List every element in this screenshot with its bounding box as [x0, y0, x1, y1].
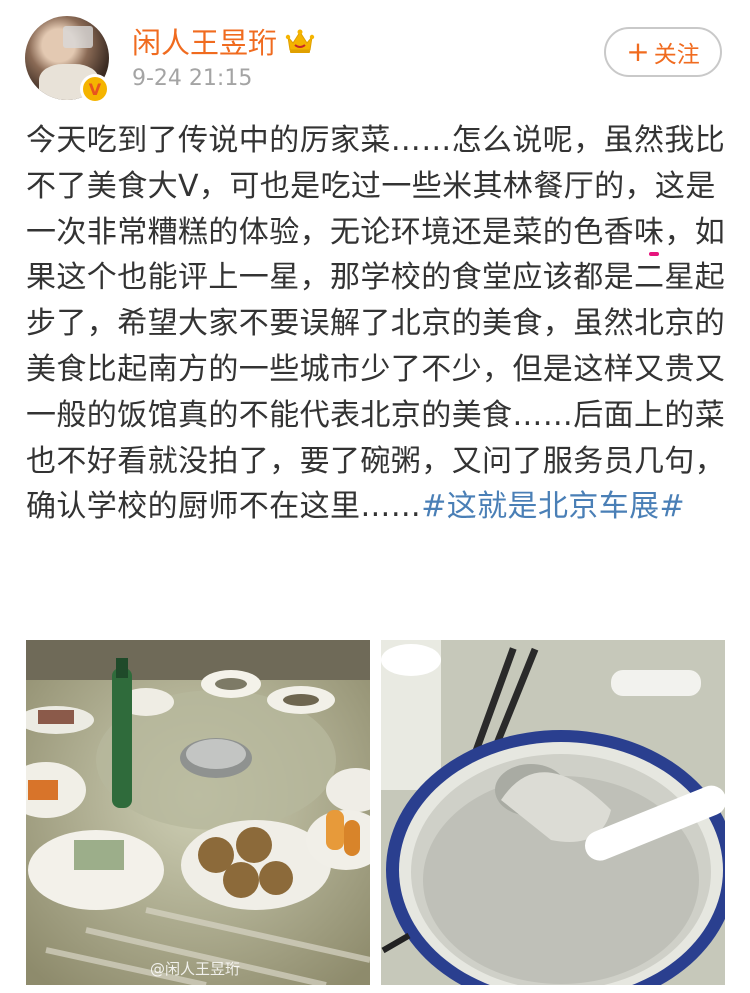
username-row: 闲人王昱珩 [132, 20, 315, 62]
follow-label: 关注 [653, 42, 700, 68]
plus-icon: + [626, 35, 650, 68]
post-text-before: 今天吃到了传说中的厉家菜……怎么说呢，虽然我比不了美食大V，可也是吃过一些米其林… [26, 123, 726, 204]
hashtag-link[interactable]: #这就是北京车展# [421, 489, 685, 524]
post-text-after: ，无论环境还是菜的色香味，如果这个也能评上一星，那学校的食堂应该都是二星起步了，… [26, 214, 726, 525]
crown-icon [285, 29, 315, 53]
post-time: 9-24 21:15 [132, 66, 253, 91]
post-photo-dishes[interactable] [26, 640, 370, 985]
dishes-illustration [26, 640, 370, 985]
verified-badge-letter: V [88, 79, 102, 99]
photo-watermark: @闲人王昱珩 [150, 960, 241, 978]
post-photo-porridge[interactable] [381, 640, 725, 985]
follow-button[interactable]: + 关注 [604, 27, 722, 77]
post-text: 今天吃到了传说中的厉家菜……怎么说呢，虽然我比不了美食大V，可也是吃过一些米其林… [26, 118, 726, 530]
verified-v-badge-icon: V [80, 74, 110, 104]
username[interactable]: 闲人王昱珩 [132, 20, 277, 62]
porridge-illustration [381, 640, 725, 985]
avatar-container[interactable]: V [25, 16, 110, 104]
